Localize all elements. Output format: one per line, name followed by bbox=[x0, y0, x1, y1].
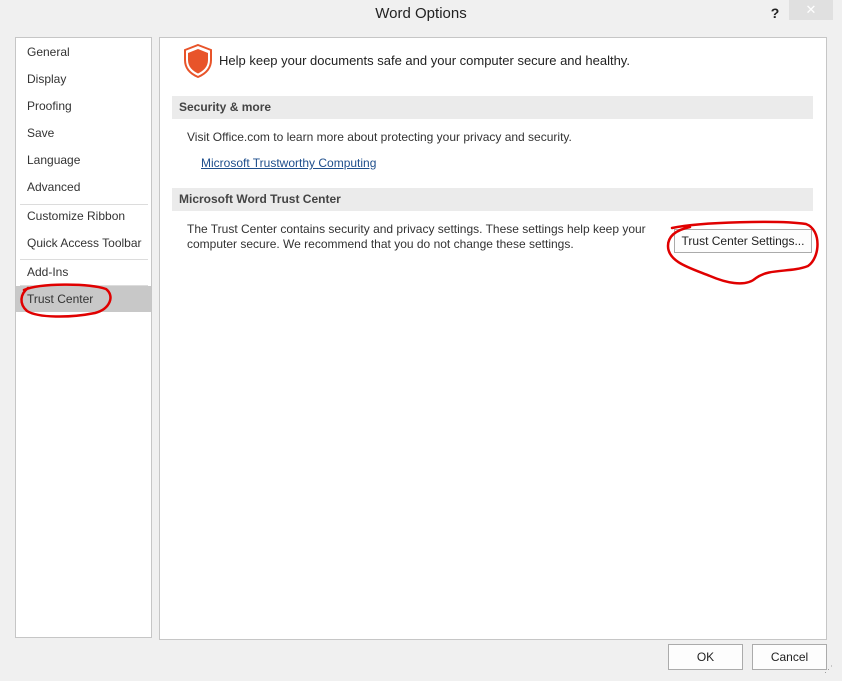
shield-icon bbox=[184, 44, 212, 78]
trust-center-panel: Help keep your documents safe and your c… bbox=[159, 37, 827, 640]
trust-center-description-line1: The Trust Center contains security and p… bbox=[187, 222, 646, 236]
ok-button[interactable]: OK bbox=[668, 644, 743, 670]
section-header-trust-center: Microsoft Word Trust Center bbox=[172, 188, 813, 211]
nav-item-save[interactable]: Save bbox=[16, 120, 151, 146]
help-button[interactable]: ? bbox=[763, 2, 787, 24]
nav-item-proofing[interactable]: Proofing bbox=[16, 93, 151, 119]
trust-center-description-line2: computer secure. We recommend that you d… bbox=[187, 237, 574, 251]
options-category-list: General Display Proofing Save Language A… bbox=[15, 37, 152, 638]
nav-item-trust-center[interactable]: Trust Center bbox=[16, 286, 151, 312]
section-header-security: Security & more bbox=[172, 96, 813, 119]
word-options-dialog: Word Options ? ✕ General Display Proofin… bbox=[0, 0, 842, 681]
title-bar: Word Options ? ✕ bbox=[0, 0, 842, 30]
intro-text: Help keep your documents safe and your c… bbox=[219, 53, 630, 68]
nav-item-language[interactable]: Language bbox=[16, 147, 151, 173]
nav-item-quick-access-toolbar[interactable]: Quick Access Toolbar bbox=[16, 230, 151, 256]
trust-center-settings-button[interactable]: Trust Center Settings... bbox=[674, 229, 812, 253]
security-description: Visit Office.com to learn more about pro… bbox=[187, 130, 572, 144]
close-icon: ✕ bbox=[805, 2, 817, 17]
dialog-title: Word Options bbox=[375, 5, 467, 22]
cancel-button[interactable]: Cancel bbox=[752, 644, 827, 670]
nav-item-add-ins[interactable]: Add-Ins bbox=[16, 259, 151, 285]
trustworthy-computing-link[interactable]: Microsoft Trustworthy Computing bbox=[201, 156, 376, 170]
nav-item-display[interactable]: Display bbox=[16, 66, 151, 92]
nav-item-general[interactable]: General bbox=[16, 39, 151, 65]
nav-item-advanced[interactable]: Advanced bbox=[16, 174, 151, 200]
resize-grip-icon[interactable]: ⋰ bbox=[824, 664, 833, 675]
close-button[interactable]: ✕ bbox=[789, 0, 833, 20]
nav-item-customize-ribbon[interactable]: Customize Ribbon bbox=[16, 203, 151, 229]
